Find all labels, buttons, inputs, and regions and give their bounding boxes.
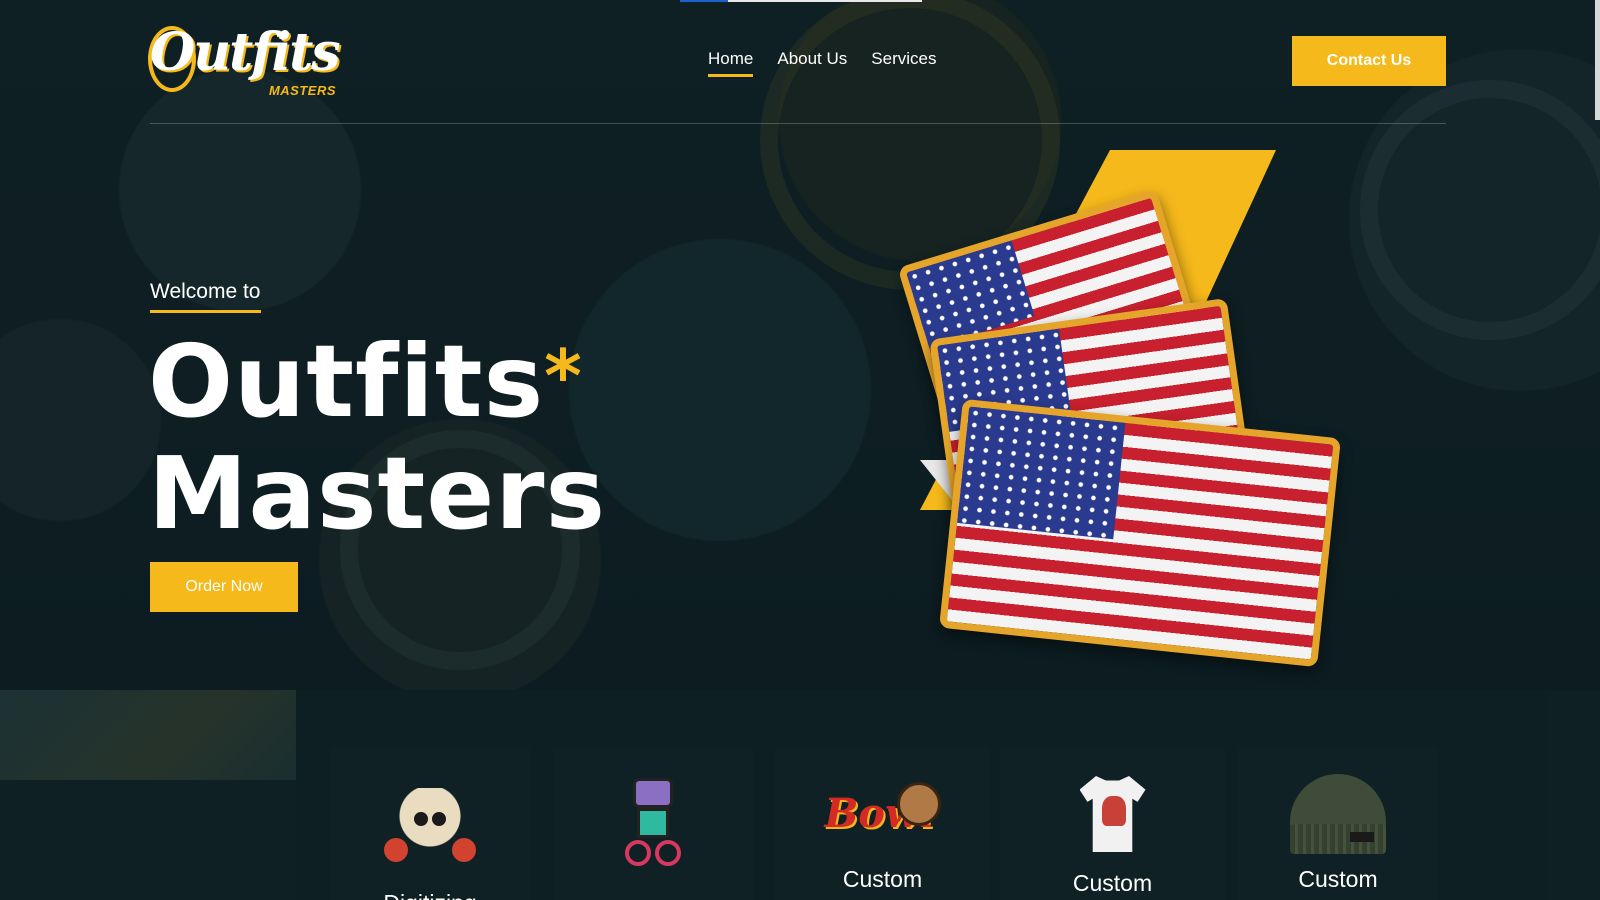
service-card-label: Custom [1072, 870, 1153, 896]
hero-title: Outfits* Masters [148, 326, 606, 550]
service-card-2[interactable] [553, 748, 753, 900]
hero-title-line2: Masters [148, 435, 606, 552]
scrollbar-thumb[interactable] [1595, 0, 1600, 120]
tshirt-icon [1079, 776, 1146, 852]
site-logo[interactable]: Outfits MASTERS [148, 22, 341, 100]
nav-about-us[interactable]: About Us [777, 49, 847, 77]
skull-roses-icon [384, 788, 476, 862]
flag-patch-image [939, 398, 1341, 668]
main-nav: Home About Us Services [708, 49, 936, 77]
service-card-custom-1[interactable]: Bowl Custom [775, 748, 990, 900]
hero-title-star: * [544, 334, 583, 418]
service-card-label: Custom [842, 866, 923, 892]
service-card-custom-3[interactable]: Custom [1238, 748, 1438, 900]
beanie-icon [1290, 774, 1386, 854]
order-now-button[interactable]: Order Now [150, 562, 298, 612]
contact-us-button[interactable]: Contact Us [1292, 36, 1446, 86]
logo-main-text: Outfits [150, 22, 341, 83]
robot-bike-icon [625, 778, 681, 870]
welcome-text: Welcome to [150, 280, 261, 313]
services-band-decor [0, 690, 296, 780]
service-card-digitizing[interactable]: Digitizing [330, 748, 530, 900]
service-card-custom-2[interactable]: Custom [1000, 748, 1225, 900]
logo-sub-text: MASTERS [268, 83, 336, 98]
service-card-label: Digitizing [330, 890, 530, 900]
site-header: Outfits MASTERS Home About Us Services C… [148, 0, 1446, 124]
nav-services[interactable]: Services [871, 49, 936, 77]
bowl-bear-icon: Bowl [825, 782, 941, 846]
service-card-label: Custom [1298, 866, 1378, 892]
hero-title-line1: Outfits [148, 323, 545, 440]
nav-home[interactable]: Home [708, 49, 754, 77]
